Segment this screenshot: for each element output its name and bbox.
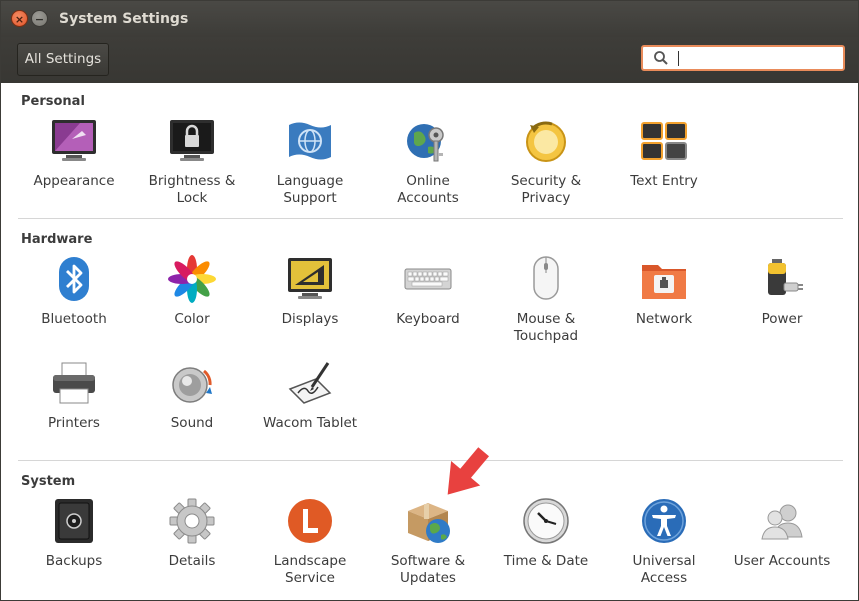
item-label: Appearance xyxy=(33,173,115,189)
item-label-line2: Privacy xyxy=(521,190,571,206)
item-label: Details xyxy=(168,553,216,569)
item-label-line2: Lock xyxy=(176,190,208,206)
section-divider xyxy=(18,218,843,219)
settings-item-universal-access[interactable]: Universal Access xyxy=(609,497,719,587)
mouse-touchpad-icon xyxy=(533,256,559,300)
item-label-line2: Support xyxy=(283,190,337,206)
section-title-personal: Personal xyxy=(21,94,85,109)
brightness-lock-icon xyxy=(170,120,214,161)
displays-icon xyxy=(288,258,332,299)
item-label: Bluetooth xyxy=(41,311,107,327)
item-label: Security & xyxy=(510,173,582,189)
section-title-hardware: Hardware xyxy=(21,232,93,247)
network-icon xyxy=(642,265,686,299)
settings-item-time-date[interactable]: Time & Date xyxy=(491,497,601,570)
settings-item-sound[interactable]: Sound xyxy=(137,359,247,432)
toolbar: All Settings xyxy=(1,37,858,83)
color-icon xyxy=(168,255,216,303)
settings-item-color[interactable]: Color xyxy=(137,255,247,328)
security-privacy-icon xyxy=(526,121,566,162)
search-input[interactable] xyxy=(641,45,845,71)
backups-icon xyxy=(55,499,93,543)
item-label-line2: Updates xyxy=(400,570,456,586)
wacom-tablet-icon xyxy=(288,362,332,404)
sound-icon xyxy=(172,367,212,403)
text-caret xyxy=(678,51,679,66)
annotation-arrow-icon xyxy=(447,447,490,495)
settings-item-displays[interactable]: Displays xyxy=(255,255,365,328)
item-label: Online xyxy=(406,173,450,189)
item-label: User Accounts xyxy=(733,553,831,569)
settings-panel: Personal Appearance Brightness & Lock La… xyxy=(2,83,857,600)
language-support-icon xyxy=(289,122,331,160)
item-label: Displays xyxy=(281,311,339,327)
printers-icon xyxy=(53,362,95,404)
settings-item-power[interactable]: Power xyxy=(727,255,837,328)
settings-item-software-updates[interactable]: Software & Updates xyxy=(373,497,483,587)
item-label: Sound xyxy=(170,415,214,431)
settings-item-mouse-touchpad[interactable]: Mouse & Touchpad xyxy=(491,255,601,345)
online-accounts-icon xyxy=(407,124,444,162)
settings-item-backups[interactable]: Backups xyxy=(19,497,129,570)
settings-item-landscape-service[interactable]: Landscape Service xyxy=(255,497,365,587)
item-label: Software & xyxy=(390,553,466,569)
item-label: Power xyxy=(761,311,803,327)
item-label: Time & Date xyxy=(503,553,589,569)
settings-item-security-privacy[interactable]: Security & Privacy xyxy=(491,117,601,207)
close-window-button[interactable]: × xyxy=(11,10,28,27)
details-icon xyxy=(169,498,215,544)
section-title-system: System xyxy=(21,474,76,489)
landscape-service-icon xyxy=(288,499,332,543)
bluetooth-icon xyxy=(59,257,89,301)
item-label: Brightness & xyxy=(148,173,236,189)
time-date-icon xyxy=(523,498,569,544)
settings-item-brightness-lock[interactable]: Brightness & Lock xyxy=(137,117,247,207)
item-label: Text Entry xyxy=(630,173,698,189)
software-updates-icon xyxy=(408,503,450,543)
text-entry-icon xyxy=(641,122,687,160)
settings-item-language-support[interactable]: Language Support xyxy=(255,117,365,207)
item-label: Language xyxy=(276,173,344,189)
settings-item-details[interactable]: Details xyxy=(137,497,247,570)
settings-item-user-accounts[interactable]: User Accounts xyxy=(727,497,837,570)
item-label: Keyboard xyxy=(396,311,460,327)
item-label: Wacom Tablet xyxy=(262,415,358,431)
settings-item-bluetooth[interactable]: Bluetooth xyxy=(19,255,129,328)
settings-item-printers[interactable]: Printers xyxy=(19,359,129,432)
settings-item-text-entry[interactable]: Text Entry xyxy=(609,117,719,190)
user-accounts-icon xyxy=(761,504,803,540)
power-icon xyxy=(768,259,803,295)
item-label-line2: Access xyxy=(640,570,688,586)
settings-item-network[interactable]: Network xyxy=(609,255,719,328)
search-icon xyxy=(654,51,668,65)
minimize-window-button[interactable]: − xyxy=(31,10,48,27)
item-label: Mouse & xyxy=(516,311,576,327)
item-label-line2: Service xyxy=(285,570,335,586)
item-label: Printers xyxy=(48,415,100,431)
item-label-line2: Touchpad xyxy=(513,328,579,344)
item-label: Color xyxy=(174,311,210,327)
settings-item-wacom-tablet[interactable]: Wacom Tablet xyxy=(255,359,365,432)
item-label: Universal xyxy=(632,553,696,569)
settings-item-keyboard[interactable]: Keyboard xyxy=(373,255,483,328)
settings-item-appearance[interactable]: Appearance xyxy=(19,117,129,190)
item-label: Landscape xyxy=(273,553,347,569)
system-settings-window: × − System Settings All Settings Persona… xyxy=(0,0,859,601)
section-divider xyxy=(18,460,843,461)
item-label: Backups xyxy=(45,553,103,569)
window-title: System Settings xyxy=(59,11,189,27)
title-bar: × − System Settings xyxy=(1,1,858,37)
item-label: Network xyxy=(635,311,693,327)
appearance-icon xyxy=(52,120,96,161)
all-settings-button[interactable]: All Settings xyxy=(17,43,109,76)
keyboard-icon xyxy=(404,268,452,290)
universal-access-icon xyxy=(642,499,686,543)
item-label-line2: Accounts xyxy=(397,190,459,206)
settings-item-online-accounts[interactable]: Online Accounts xyxy=(373,117,483,207)
